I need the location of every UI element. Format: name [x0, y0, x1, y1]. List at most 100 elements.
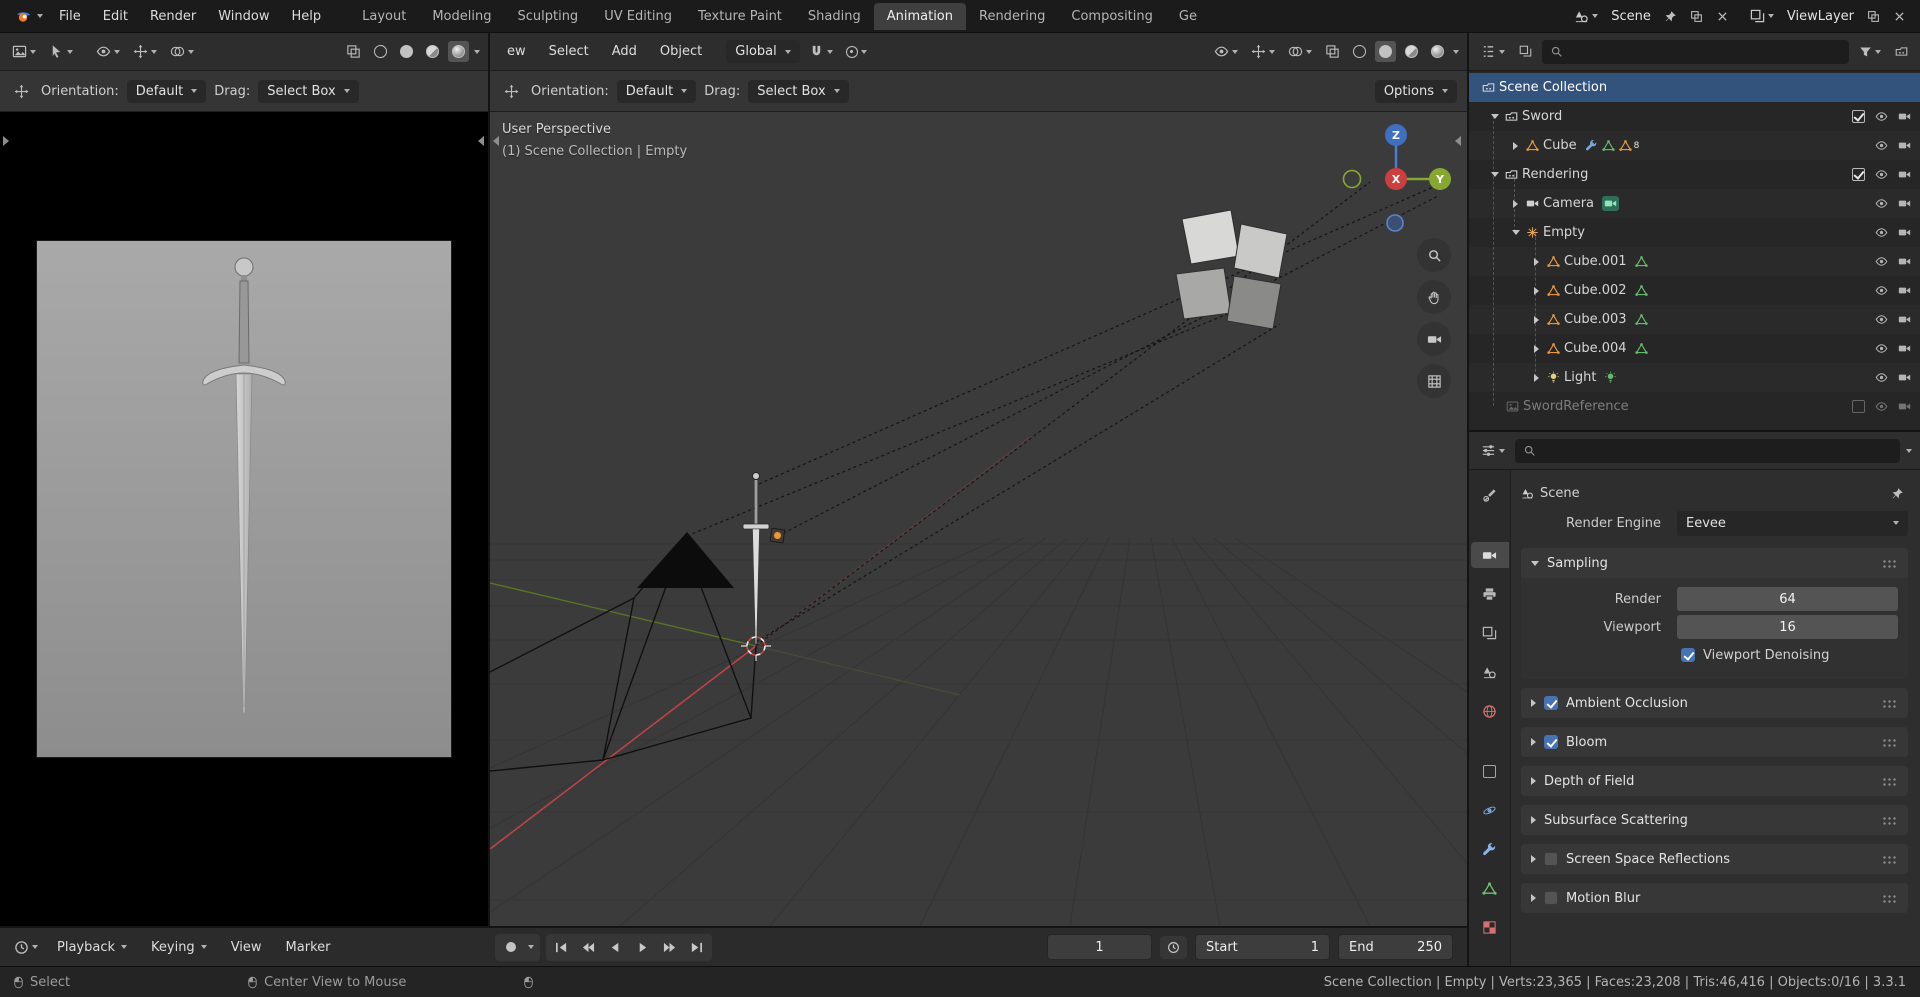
navigation-gizmo[interactable]: Z Y X — [1336, 119, 1456, 239]
camera-toggle-icon[interactable] — [1898, 197, 1911, 210]
drag-dots-icon[interactable] — [1882, 815, 1898, 825]
eye-icon[interactable] — [1875, 110, 1888, 123]
tab-modifiers[interactable] — [1471, 836, 1509, 862]
disclosure-toggle[interactable] — [1487, 114, 1502, 119]
tab-layout[interactable]: Layout — [349, 3, 419, 30]
overlays-button[interactable] — [166, 41, 198, 62]
section-checkbox[interactable] — [1544, 735, 1558, 749]
snapping-button[interactable] — [805, 41, 837, 62]
drag-dots-icon[interactable] — [1882, 893, 1898, 903]
mesh-data-icon[interactable] — [1635, 255, 1648, 268]
eye-icon[interactable] — [1875, 284, 1888, 297]
shading-rendered-toggle[interactable] — [448, 41, 469, 62]
empty-anchor-object[interactable] — [769, 527, 786, 544]
render-samples-field[interactable]: 64 — [1677, 587, 1898, 611]
exclude-checkbox[interactable] — [1852, 110, 1865, 123]
jump-to-start-button[interactable] — [548, 936, 575, 959]
disclosure-toggle[interactable] — [1529, 257, 1544, 266]
proportional-editing-button[interactable] — [842, 43, 871, 61]
unlink-scene-button[interactable] — [1712, 7, 1733, 26]
outliner-row-sword[interactable]: Sword — [1469, 102, 1920, 131]
outliner-row-swordreference[interactable]: SwordReference — [1469, 392, 1920, 421]
menu-file[interactable]: File — [49, 4, 91, 29]
tab-compositing[interactable]: Compositing — [1058, 3, 1166, 30]
disclosure-toggle[interactable] — [1508, 141, 1523, 150]
play-button[interactable] — [629, 936, 656, 959]
camera-toggle-icon[interactable] — [1898, 313, 1911, 326]
outliner-row-empty[interactable]: Empty — [1469, 218, 1920, 247]
disclosure-toggle[interactable] — [1487, 172, 1502, 177]
view-menu-truncated[interactable]: ew — [498, 39, 535, 64]
camera-toggle-icon[interactable] — [1898, 371, 1911, 384]
editor-type-button[interactable] — [8, 41, 40, 62]
shading-wireframe-toggle[interactable] — [370, 41, 391, 62]
viewport-canvas[interactable]: User Perspective (1) Scene Collection | … — [490, 112, 1467, 926]
outliner-row-cube-003[interactable]: Cube.003 — [1469, 305, 1920, 334]
view-menu[interactable]: View — [222, 935, 271, 960]
region-collapse-icon[interactable] — [478, 136, 484, 146]
chevron-down-icon[interactable] — [1906, 448, 1912, 453]
pin-id-button[interactable] — [1887, 484, 1908, 503]
camera-toggle-icon[interactable] — [1898, 400, 1911, 413]
tab-object-data[interactable] — [1471, 875, 1509, 901]
disclosure-toggle[interactable] — [1529, 315, 1544, 324]
shading-solid-toggle[interactable] — [396, 41, 417, 62]
section-checkbox[interactable] — [1544, 696, 1558, 710]
tab-uv-editing[interactable]: UV Editing — [591, 3, 685, 30]
orientation-dropdown[interactable]: Default — [616, 79, 697, 103]
new-viewlayer-button[interactable] — [1863, 7, 1884, 26]
eye-icon[interactable] — [1875, 313, 1888, 326]
drag-dots-icon[interactable] — [1882, 558, 1898, 568]
viewlayer-browse-button[interactable] — [1746, 6, 1778, 27]
modifier-icon[interactable] — [1585, 139, 1598, 152]
add-menu[interactable]: Add — [603, 39, 646, 64]
outliner-row-rendering[interactable]: Rendering — [1469, 160, 1920, 189]
section-subsurface-scattering[interactable]: Subsurface Scattering — [1521, 805, 1908, 835]
visibility-button[interactable] — [92, 41, 124, 62]
drag-dots-icon[interactable] — [1882, 737, 1898, 747]
keying-menu[interactable]: Keying — [142, 935, 216, 960]
gizmos-button[interactable] — [129, 41, 161, 62]
active-tool-button[interactable] — [500, 81, 523, 102]
viewport-xray-toggle[interactable] — [1321, 41, 1344, 62]
disclosure-toggle[interactable] — [1529, 344, 1544, 353]
pan-button[interactable] — [1417, 280, 1451, 314]
camera-toggle-icon[interactable] — [1898, 342, 1911, 355]
frame-end-field[interactable]: End 250 — [1338, 934, 1453, 960]
viewport-samples-field[interactable]: 16 — [1677, 615, 1898, 639]
section-checkbox[interactable] — [1544, 852, 1558, 866]
section-screen-space-reflections[interactable]: Screen Space Reflections — [1521, 844, 1908, 874]
drag-dropdown[interactable]: Select Box — [748, 79, 849, 103]
pin-scene-button[interactable] — [1660, 7, 1681, 26]
transform-orientation-dropdown[interactable]: Global — [726, 40, 800, 63]
viewport-overlays-button[interactable] — [1284, 41, 1316, 62]
object-menu[interactable]: Object — [651, 39, 711, 64]
remove-viewlayer-button[interactable] — [1889, 7, 1910, 26]
eye-icon[interactable] — [1875, 139, 1888, 152]
mesh-data-icon[interactable] — [1602, 139, 1615, 152]
section-bloom[interactable]: Bloom — [1521, 727, 1908, 757]
disclosure-toggle[interactable] — [1529, 286, 1544, 295]
section-ambient-occlusion[interactable]: Ambient Occlusion — [1521, 688, 1908, 718]
outliner-editor-type-button[interactable] — [1477, 41, 1509, 62]
select-menu[interactable]: Select — [540, 39, 598, 64]
tab-rendering[interactable]: Rendering — [966, 3, 1058, 30]
drag-dots-icon[interactable] — [1882, 698, 1898, 708]
play-reverse-button[interactable] — [602, 936, 629, 959]
camera-view-canvas[interactable] — [0, 112, 488, 926]
new-scene-button[interactable] — [1686, 7, 1707, 26]
jump-to-end-button[interactable] — [683, 936, 710, 959]
exclude-checkbox[interactable] — [1852, 168, 1865, 181]
new-collection-button[interactable] — [1891, 42, 1912, 61]
eye-icon[interactable] — [1875, 255, 1888, 268]
drag-dropdown[interactable]: Select Box — [258, 79, 359, 103]
outliner-display-mode-button[interactable] — [1515, 42, 1536, 61]
menu-help[interactable]: Help — [282, 4, 332, 29]
properties-search-input[interactable] — [1542, 443, 1892, 458]
blender-logo[interactable] — [10, 5, 47, 27]
tab-scene[interactable] — [1471, 659, 1509, 685]
tab-geometry-nodes-truncated[interactable]: Ge — [1166, 3, 1210, 30]
disclosure-toggle[interactable] — [1529, 373, 1544, 382]
tab-texture[interactable] — [1471, 914, 1509, 940]
eye-icon[interactable] — [1875, 400, 1888, 413]
